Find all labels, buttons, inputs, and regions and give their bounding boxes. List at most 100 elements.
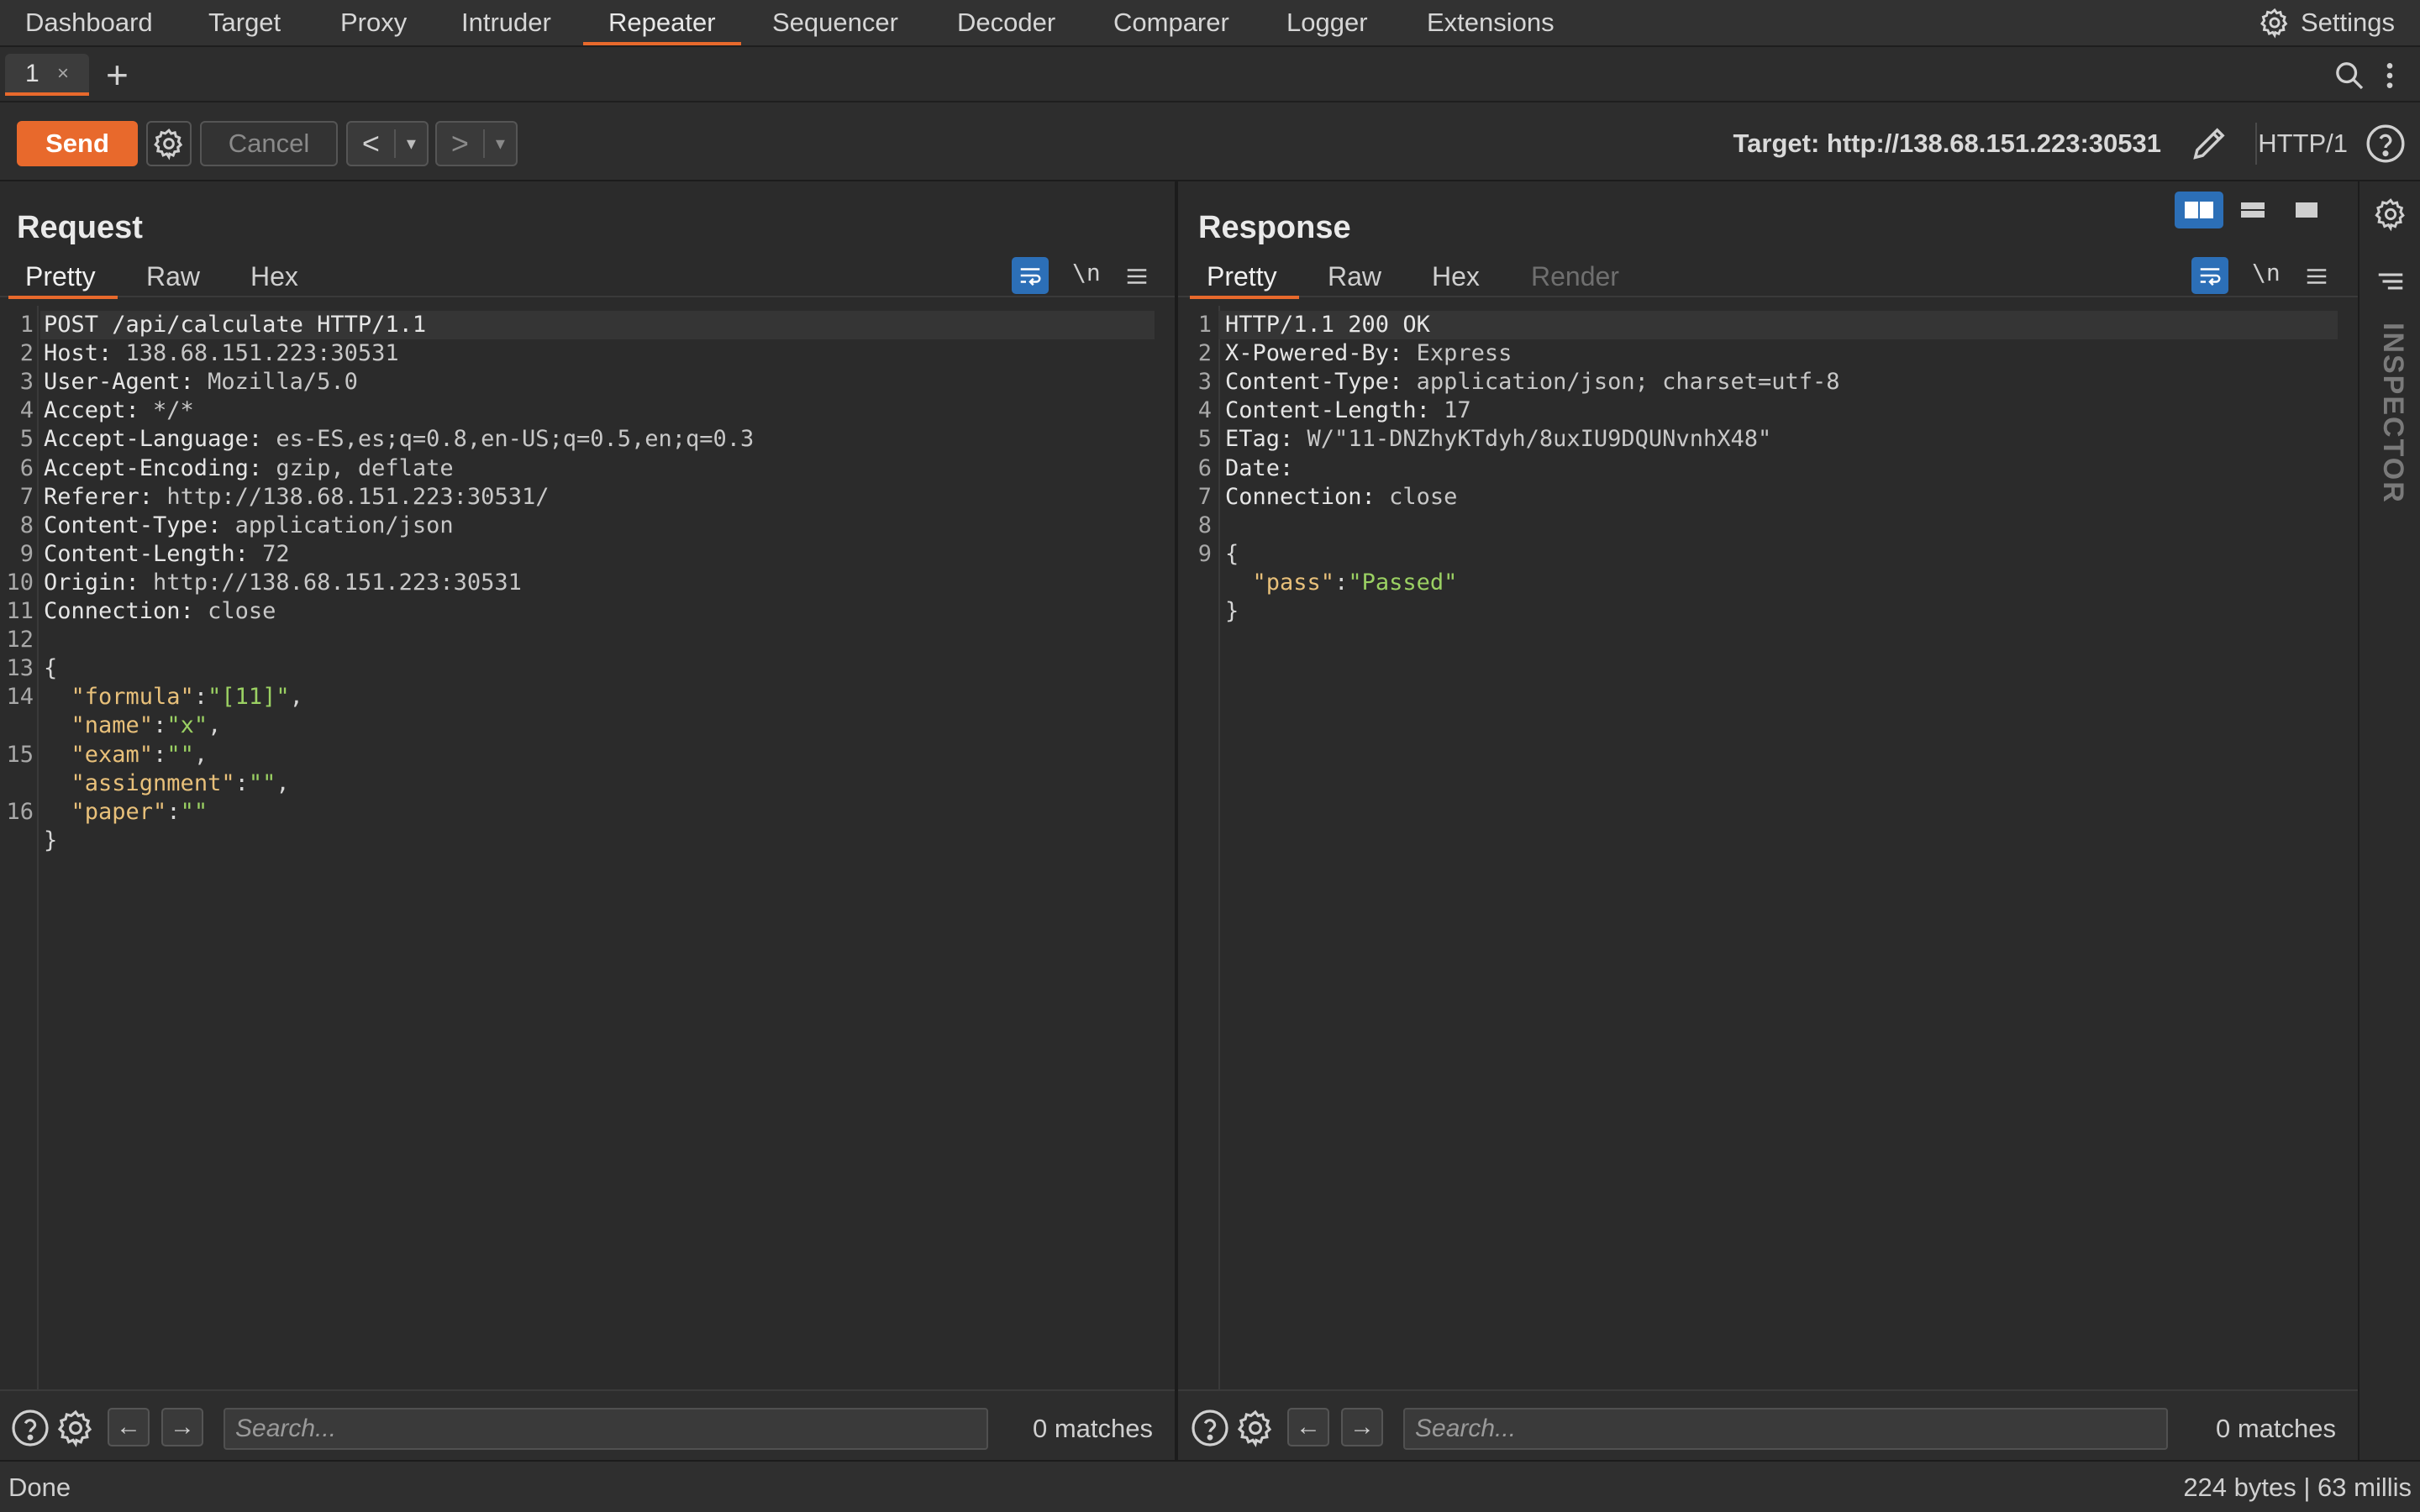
nav-sequencer[interactable]: Sequencer — [772, 0, 898, 45]
chevron-down-icon[interactable]: ▾ — [485, 133, 516, 155]
search-field[interactable] — [1403, 1408, 2168, 1450]
tab-raw[interactable]: Raw — [1328, 255, 1381, 297]
gear-icon[interactable] — [55, 1408, 96, 1448]
code-token: { — [44, 655, 58, 682]
tab-pretty[interactable]: Pretty — [1190, 255, 1299, 299]
show-newlines-toggle[interactable]: \n — [2252, 259, 2281, 286]
nav-intruder[interactable]: Intruder — [461, 0, 551, 45]
code-token: Mozilla/5.0 — [208, 369, 358, 396]
code-token: http://138.68.151.223:30531/ — [166, 483, 550, 510]
send-options-button[interactable] — [146, 121, 192, 166]
response-editor[interactable]: 1 HTTP/1.1 200 OK 2 X-Powered-By: Express 3 C… — [1178, 306, 2358, 1389]
tab-hex[interactable]: Hex — [1432, 255, 1480, 297]
code-token: http://138.68.151.223:30531 — [153, 569, 522, 596]
line-text: "name":"x", — [44, 711, 222, 740]
line-number: 11 — [6, 598, 34, 624]
nav-decoder[interactable]: Decoder — [957, 0, 1055, 45]
help-icon[interactable] — [2365, 123, 2407, 165]
code-token: "x" — [166, 712, 208, 739]
line-text: Content-Type: application/json; charset=… — [1225, 368, 1840, 396]
layout-single-button[interactable] — [2282, 192, 2331, 228]
arrow-right-icon: → — [170, 1413, 195, 1441]
line-number: 1 — [19, 312, 34, 338]
status-bar: Done 224 bytes | 63 millis — [0, 1460, 2420, 1512]
menu-icon[interactable] — [1124, 264, 1150, 289]
code-token: Content-Type: — [1225, 369, 1417, 396]
gear-icon[interactable] — [2373, 197, 2408, 232]
send-button[interactable]: Send — [17, 121, 138, 166]
gear-icon[interactable] — [1235, 1408, 1276, 1448]
code-token: Host: — [44, 340, 126, 367]
line-text: Referer: http://138.68.151.223:30531/ — [44, 483, 549, 512]
code-token: Origin: — [44, 569, 154, 596]
code-token: "pass" — [1252, 569, 1335, 596]
tab-pretty[interactable]: Pretty — [8, 255, 118, 299]
cancel-button[interactable]: Cancel — [200, 121, 338, 166]
search-field[interactable] — [224, 1408, 988, 1450]
word-wrap-toggle[interactable] — [2191, 257, 2228, 294]
code-token: , — [193, 741, 208, 768]
line-number: 2 — [1197, 340, 1212, 367]
nav-dashboard[interactable]: Dashboard — [25, 0, 153, 45]
next-match-button[interactable]: → — [161, 1408, 203, 1446]
line-number: 10 — [6, 569, 34, 596]
line-text: "exam":"", — [44, 741, 208, 769]
inspector-toggle[interactable]: INSPECTOR — [2376, 323, 2409, 504]
line-text: } — [44, 827, 57, 855]
show-newlines-toggle[interactable]: \n — [1072, 259, 1101, 286]
next-match-button[interactable]: → — [1341, 1408, 1383, 1446]
pencil-icon[interactable] — [2188, 121, 2232, 165]
nav-extensions[interactable]: Extensions — [1427, 0, 1555, 45]
code-token: Referer: — [44, 483, 167, 510]
search-input[interactable] — [225, 1410, 986, 1448]
history-back-button[interactable]: < ▾ — [346, 121, 429, 166]
menu-icon[interactable] — [2304, 264, 2329, 289]
filter-lines-icon[interactable] — [2375, 265, 2407, 297]
target-label[interactable]: Target: http://138.68.151.223:30531 — [1733, 121, 2161, 166]
response-search-bar: ← → 0 matches — [1178, 1389, 2358, 1460]
add-tab-button[interactable]: + — [106, 54, 129, 96]
tab-hex[interactable]: Hex — [250, 255, 298, 297]
code-token: : — [193, 684, 208, 711]
code-token: , — [289, 684, 303, 711]
search-input[interactable] — [1405, 1410, 2166, 1448]
more-vertical-icon[interactable] — [2381, 59, 2398, 92]
tab-render[interactable]: Render — [1531, 255, 1619, 297]
response-view-tabs: Pretty Raw Hex Render — [1178, 255, 2358, 299]
line-number: 6 — [1197, 454, 1212, 481]
line-number: 12 — [6, 627, 34, 654]
previous-match-button[interactable]: ← — [108, 1408, 150, 1446]
tab-raw[interactable]: Raw — [146, 255, 200, 297]
previous-match-button[interactable]: ← — [1287, 1408, 1329, 1446]
gear-icon — [2260, 8, 2288, 39]
help-icon[interactable] — [10, 1408, 50, 1448]
nav-repeater[interactable]: Repeater — [583, 0, 740, 45]
line-text: "pass":"Passed" — [1225, 569, 1458, 597]
nav-comparer[interactable]: Comparer — [1113, 0, 1229, 45]
request-editor[interactable]: 1 POST /api/calculate HTTP/1.1 2 Host: 138.… — [0, 306, 1175, 1389]
settings-label: Settings — [2300, 8, 2395, 37]
layout-stacked-button[interactable] — [2228, 192, 2277, 228]
line-text: ETag: W/"11-DNZhyKTdyh/8uxIU9DQUNvnhX48" — [1225, 425, 1771, 454]
gear-icon — [154, 128, 183, 160]
code-token: */* — [153, 397, 194, 424]
repeater-tab-1[interactable]: 1 × — [5, 54, 89, 96]
nav-proxy[interactable]: Proxy — [340, 0, 407, 45]
tab-close-icon[interactable]: × — [57, 62, 69, 86]
settings-button[interactable]: Settings — [2259, 0, 2395, 45]
layout-side-by-side-button[interactable] — [2175, 192, 2223, 228]
code-token: "Passed" — [1348, 569, 1458, 596]
search-icon[interactable] — [2333, 59, 2366, 92]
http-version-toggle[interactable]: HTTP/1 — [2258, 121, 2348, 166]
line-text: Host: 138.68.151.223:30531 — [44, 339, 399, 368]
nav-target[interactable]: Target — [208, 0, 281, 45]
history-forward-button[interactable]: > ▾ — [435, 121, 518, 166]
nav-logger[interactable]: Logger — [1286, 0, 1368, 45]
word-wrap-toggle[interactable] — [1012, 257, 1049, 294]
main-nav: Dashboard Target Proxy Intruder Repeater… — [0, 0, 2420, 47]
chevron-down-icon[interactable]: ▾ — [396, 133, 427, 155]
help-icon[interactable] — [1190, 1408, 1230, 1448]
line-text: POST /api/calculate HTTP/1.1 — [44, 311, 426, 339]
